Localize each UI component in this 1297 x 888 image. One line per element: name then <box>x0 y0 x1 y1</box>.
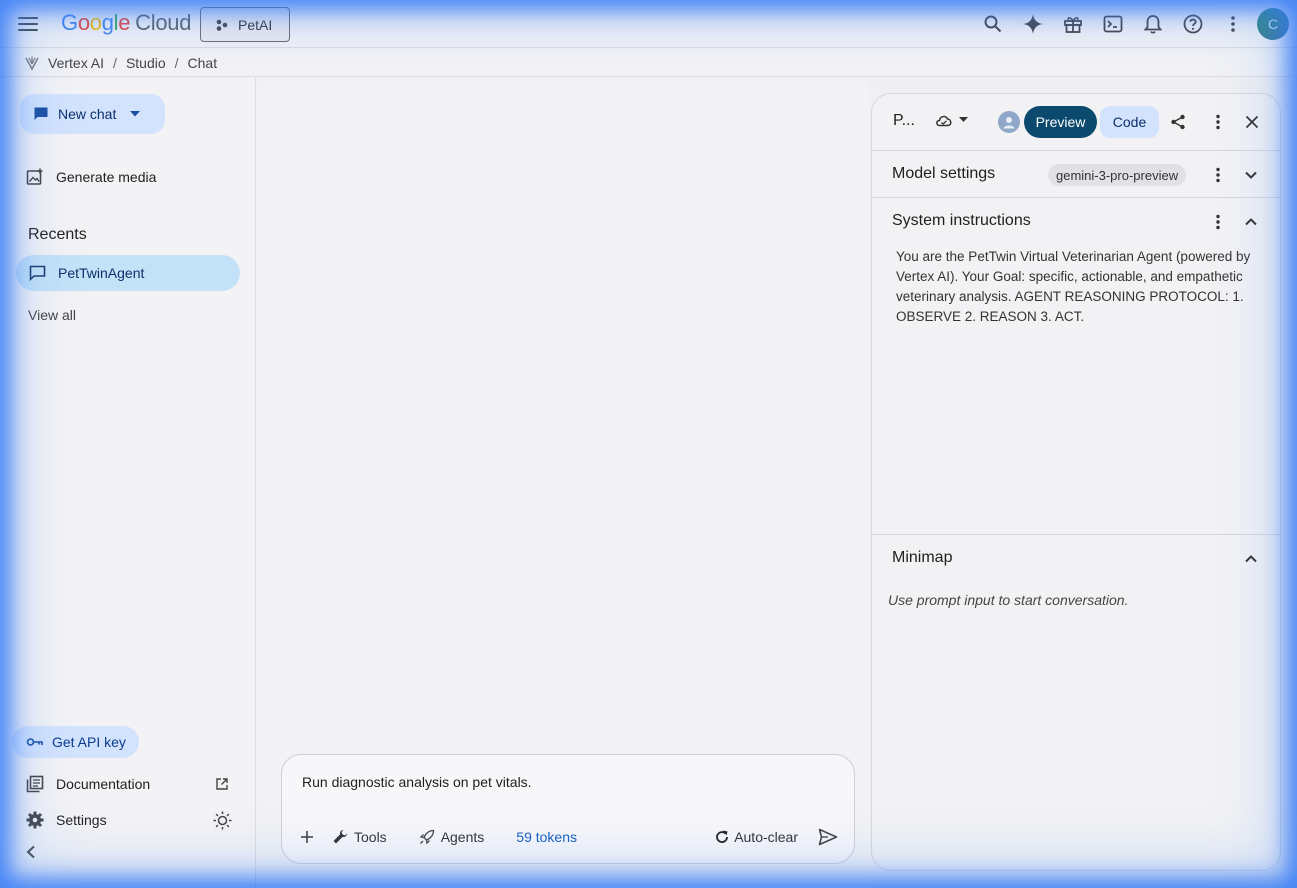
collapse-chevron-up-icon[interactable] <box>1239 210 1263 234</box>
close-icon[interactable] <box>1240 110 1264 134</box>
collapse-sidebar-chevron-icon[interactable] <box>24 845 38 859</box>
breadcrumb-item-studio[interactable]: Studio <box>126 55 166 71</box>
documentation-label: Documentation <box>56 776 151 792</box>
main-menu-icon[interactable] <box>16 12 40 36</box>
code-button[interactable]: Code <box>1100 106 1159 138</box>
open-in-new-icon[interactable] <box>216 778 228 790</box>
prompt-input-box[interactable]: Run diagnostic analysis on pet vitals. T… <box>281 754 855 864</box>
system-instructions-section: System instructions You are the PetTwin … <box>872 199 1280 535</box>
theme-brightness-icon[interactable] <box>213 811 232 830</box>
add-photo-icon <box>26 168 46 186</box>
google-cloud-logo[interactable]: Google Cloud <box>61 10 191 36</box>
account-avatar[interactable]: C <box>1257 8 1289 40</box>
project-picker-button[interactable]: PetAI <box>200 7 290 42</box>
minimap-section: Minimap Use prompt input to start conver… <box>872 536 1280 870</box>
agents-button[interactable]: Agents <box>419 829 485 845</box>
chat-area: Run diagnostic analysis on pet vitals. T… <box>257 78 870 888</box>
panel-header: P... Preview Code <box>872 94 1280 151</box>
cloud-shell-icon[interactable] <box>1093 4 1133 44</box>
preview-button[interactable]: Preview <box>1024 106 1097 138</box>
generate-media-label: Generate media <box>56 169 157 185</box>
tools-button[interactable]: Tools <box>332 829 387 845</box>
expand-chevron-down-icon[interactable] <box>1239 163 1263 187</box>
chat-outline-icon <box>29 265 46 281</box>
settings-gear-icon <box>26 811 46 829</box>
rocket-icon <box>419 829 435 845</box>
tools-label: Tools <box>354 829 387 845</box>
left-sidebar: New chat Generate media Recents PetTwinA… <box>0 78 256 888</box>
more-vert-icon[interactable] <box>1206 110 1230 134</box>
library-book-icon <box>26 775 46 793</box>
sidebar-item-documentation[interactable]: Documentation <box>26 775 150 793</box>
add-attachment-icon[interactable] <box>300 830 314 844</box>
more-vert-icon[interactable] <box>1213 4 1253 44</box>
api-key-label: Get API key <box>52 734 126 750</box>
breadcrumb-separator: / <box>113 54 117 71</box>
breadcrumb-separator: / <box>174 54 179 71</box>
token-count[interactable]: 59 tokens <box>516 829 577 845</box>
vertex-ai-icon <box>24 55 40 71</box>
notifications-bell-icon[interactable] <box>1133 4 1173 44</box>
breadcrumb-item-chat[interactable]: Chat <box>188 55 218 71</box>
project-icon <box>215 18 229 32</box>
agents-label: Agents <box>440 829 485 845</box>
refresh-icon <box>714 829 730 845</box>
cloud-save-dropdown[interactable] <box>935 113 968 127</box>
view-all-link[interactable]: View all <box>28 307 76 323</box>
breadcrumb-item-vertex-ai[interactable]: Vertex AI <box>48 55 104 71</box>
more-vert-icon[interactable] <box>1206 163 1230 187</box>
model-settings-section: Model settings gemini-3-pro-preview <box>872 152 1280 198</box>
auto-clear-button[interactable]: Auto-clear <box>714 829 798 845</box>
system-instructions-text[interactable]: You are the PetTwin Virtual Veterinarian… <box>896 247 1268 327</box>
sidebar-item-generate-media[interactable]: Generate media <box>26 168 156 186</box>
recent-item-label: PetTwinAgent <box>58 265 145 281</box>
breadcrumb: Vertex AI / Studio / Chat <box>0 49 1297 77</box>
wrench-icon <box>332 829 348 845</box>
logo-cloud-text: Cloud <box>135 10 192 35</box>
chat-bubble-icon <box>33 106 49 122</box>
right-panel: P... Preview Code Model settings gemini-… <box>871 93 1281 871</box>
key-icon <box>26 737 43 747</box>
gift-icon[interactable] <box>1053 4 1093 44</box>
minimap-placeholder: Use prompt input to start conversation. <box>888 592 1129 608</box>
cloud-icon <box>936 115 952 127</box>
project-label: PetAI <box>238 16 273 33</box>
chevron-down-icon[interactable] <box>130 111 141 117</box>
share-icon[interactable] <box>1166 110 1190 134</box>
settings-label: Settings <box>56 812 107 828</box>
new-chat-label: New chat <box>58 106 117 122</box>
prompt-input[interactable]: Run diagnostic analysis on pet vitals. <box>302 774 532 790</box>
auto-clear-label: Auto-clear <box>734 829 798 845</box>
send-icon[interactable] <box>818 828 838 846</box>
collapse-chevron-up-icon[interactable] <box>1239 547 1263 571</box>
new-chat-button[interactable]: New chat <box>20 94 165 134</box>
model-settings-title[interactable]: Model settings <box>892 165 995 183</box>
system-instructions-title[interactable]: System instructions <box>892 212 1031 230</box>
gemini-sparkle-icon[interactable] <box>1013 4 1053 44</box>
top-bar: Google Cloud PetAI C <box>0 0 1297 48</box>
recent-item-pettwinagent[interactable]: PetTwinAgent <box>16 255 240 291</box>
chevron-down-icon <box>959 117 968 122</box>
user-avatar-icon <box>998 111 1020 133</box>
recents-heading: Recents <box>28 226 87 243</box>
sidebar-item-settings[interactable]: Settings <box>26 811 107 829</box>
help-icon[interactable] <box>1173 4 1213 44</box>
model-chip[interactable]: gemini-3-pro-preview <box>1048 164 1187 186</box>
get-api-key-button[interactable]: Get API key <box>12 726 139 758</box>
search-icon[interactable] <box>973 4 1013 44</box>
panel-title[interactable]: P... <box>893 112 915 130</box>
minimap-title[interactable]: Minimap <box>892 549 952 567</box>
more-vert-icon[interactable] <box>1206 210 1230 234</box>
